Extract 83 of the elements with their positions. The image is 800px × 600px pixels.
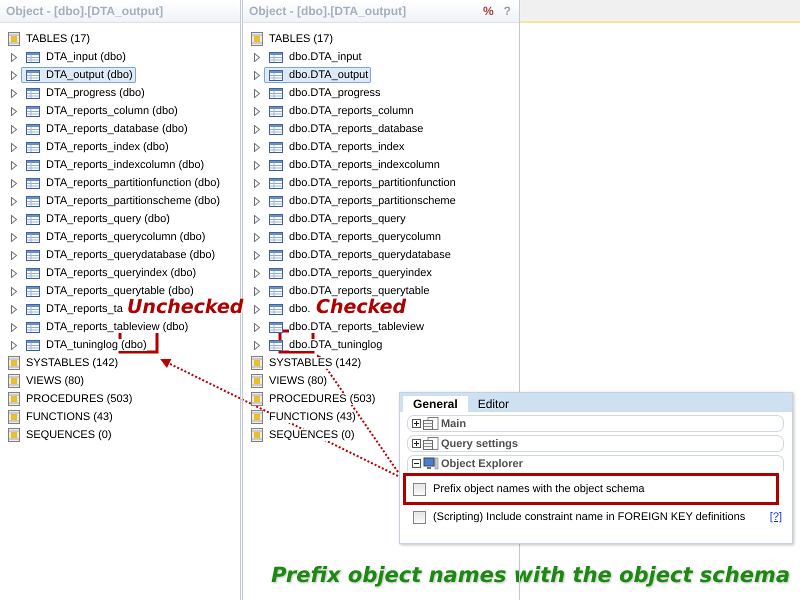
table-icon (269, 232, 283, 242)
table-icon (269, 286, 283, 296)
document-grid-icon (423, 436, 439, 450)
table-icon (26, 178, 40, 188)
table-icon (26, 106, 40, 116)
tab[interactable]: General (403, 396, 468, 412)
checkbox[interactable] (413, 482, 426, 496)
document-grid-icon (423, 416, 439, 430)
folder-stack-icon (8, 392, 20, 406)
folder-stack-icon (8, 410, 20, 424)
table-icon (26, 232, 40, 242)
table-icon (26, 160, 40, 170)
tree-category[interactable]: SEQUENCES (0) (269, 429, 355, 441)
panel-title: Object - [dbo].[DTA_output] (249, 4, 406, 18)
computer-icon (423, 456, 439, 470)
option-label: (Scripting) Include constraint name in FOREIGN KEY definitions (433, 511, 746, 523)
tree-category[interactable]: VIEWS (80) (269, 375, 328, 387)
tree-category[interactable]: PROCEDURES (503) (26, 393, 132, 405)
table-icon (269, 304, 283, 314)
tab[interactable]: Editor (468, 396, 520, 412)
table-icon (26, 70, 40, 80)
table-icon (269, 340, 283, 350)
table-icon (26, 304, 40, 314)
tree-category[interactable]: SYSTABLES (142) (269, 357, 362, 369)
expand-icon[interactable] (412, 419, 421, 428)
table-icon (26, 196, 40, 206)
folder-stack-icon (251, 428, 263, 442)
option-label: Prefix object names with the object schema (433, 483, 645, 495)
table-icon (26, 214, 40, 224)
folder-stack-icon (8, 374, 20, 388)
folder-stack-icon (251, 374, 263, 388)
checkbox[interactable] (413, 510, 426, 524)
table-icon (269, 124, 283, 134)
folder-stack-icon (251, 410, 263, 424)
tree-item[interactable]: dbo.DTA_output (264, 67, 372, 83)
table-icon (26, 322, 40, 332)
tree-category[interactable]: SEQUENCES (0) (26, 429, 112, 441)
table-icon (26, 340, 40, 350)
table-icon (269, 322, 283, 332)
tree-category[interactable]: FUNCTIONS (43) (26, 411, 113, 423)
table-icon (269, 196, 283, 206)
table-icon (269, 268, 283, 278)
table-icon (269, 88, 283, 98)
folder-stack-icon (251, 356, 263, 370)
tree-category[interactable]: VIEWS (80) (26, 375, 84, 387)
tree-category[interactable]: SYSTABLES (142) (26, 357, 118, 369)
title-bar-button[interactable]: % (480, 4, 496, 18)
table-icon (269, 214, 283, 224)
tree-category[interactable]: TABLES (17) (26, 33, 90, 45)
table-icon (269, 70, 283, 80)
tree-category[interactable]: TABLES (17) (269, 33, 333, 45)
caption: Prefix object names with the object schema (271, 563, 790, 587)
table-icon (26, 250, 40, 260)
table-icon (26, 88, 40, 98)
tree-item[interactable]: dbo. (264, 301, 314, 317)
section-header[interactable]: Query settings (407, 435, 784, 452)
section-header[interactable]: Object Explorer (407, 455, 784, 471)
callout-label: Unchecked (127, 298, 244, 316)
folder-stack-icon (251, 392, 263, 406)
tree-item[interactable]: DTA_output (dbo) (21, 67, 136, 83)
folder-stack-icon (8, 428, 20, 442)
section-header[interactable]: Main (407, 415, 784, 432)
table-icon (269, 106, 283, 116)
folder-stack-icon (8, 32, 20, 46)
table-icon (269, 178, 283, 188)
folder-stack-icon (8, 356, 20, 370)
expand-icon[interactable] (412, 439, 421, 448)
tree-category[interactable]: PROCEDURES (503) (269, 393, 376, 405)
collapse-icon[interactable] (412, 459, 421, 468)
table-icon (26, 124, 40, 134)
table-icon (26, 268, 40, 278)
help-link[interactable]: [?] (770, 511, 782, 523)
table-icon (26, 286, 40, 296)
table-icon (26, 52, 40, 62)
tree-category[interactable]: FUNCTIONS (43) (269, 411, 356, 423)
callout-label: Checked (316, 298, 406, 316)
table-icon (269, 160, 283, 170)
panel-title: Object - [dbo].[DTA_output] (6, 4, 164, 18)
table-icon (269, 52, 283, 62)
table-icon (269, 250, 283, 260)
table-icon (269, 142, 283, 152)
folder-stack-icon (251, 32, 263, 46)
table-icon (26, 142, 40, 152)
